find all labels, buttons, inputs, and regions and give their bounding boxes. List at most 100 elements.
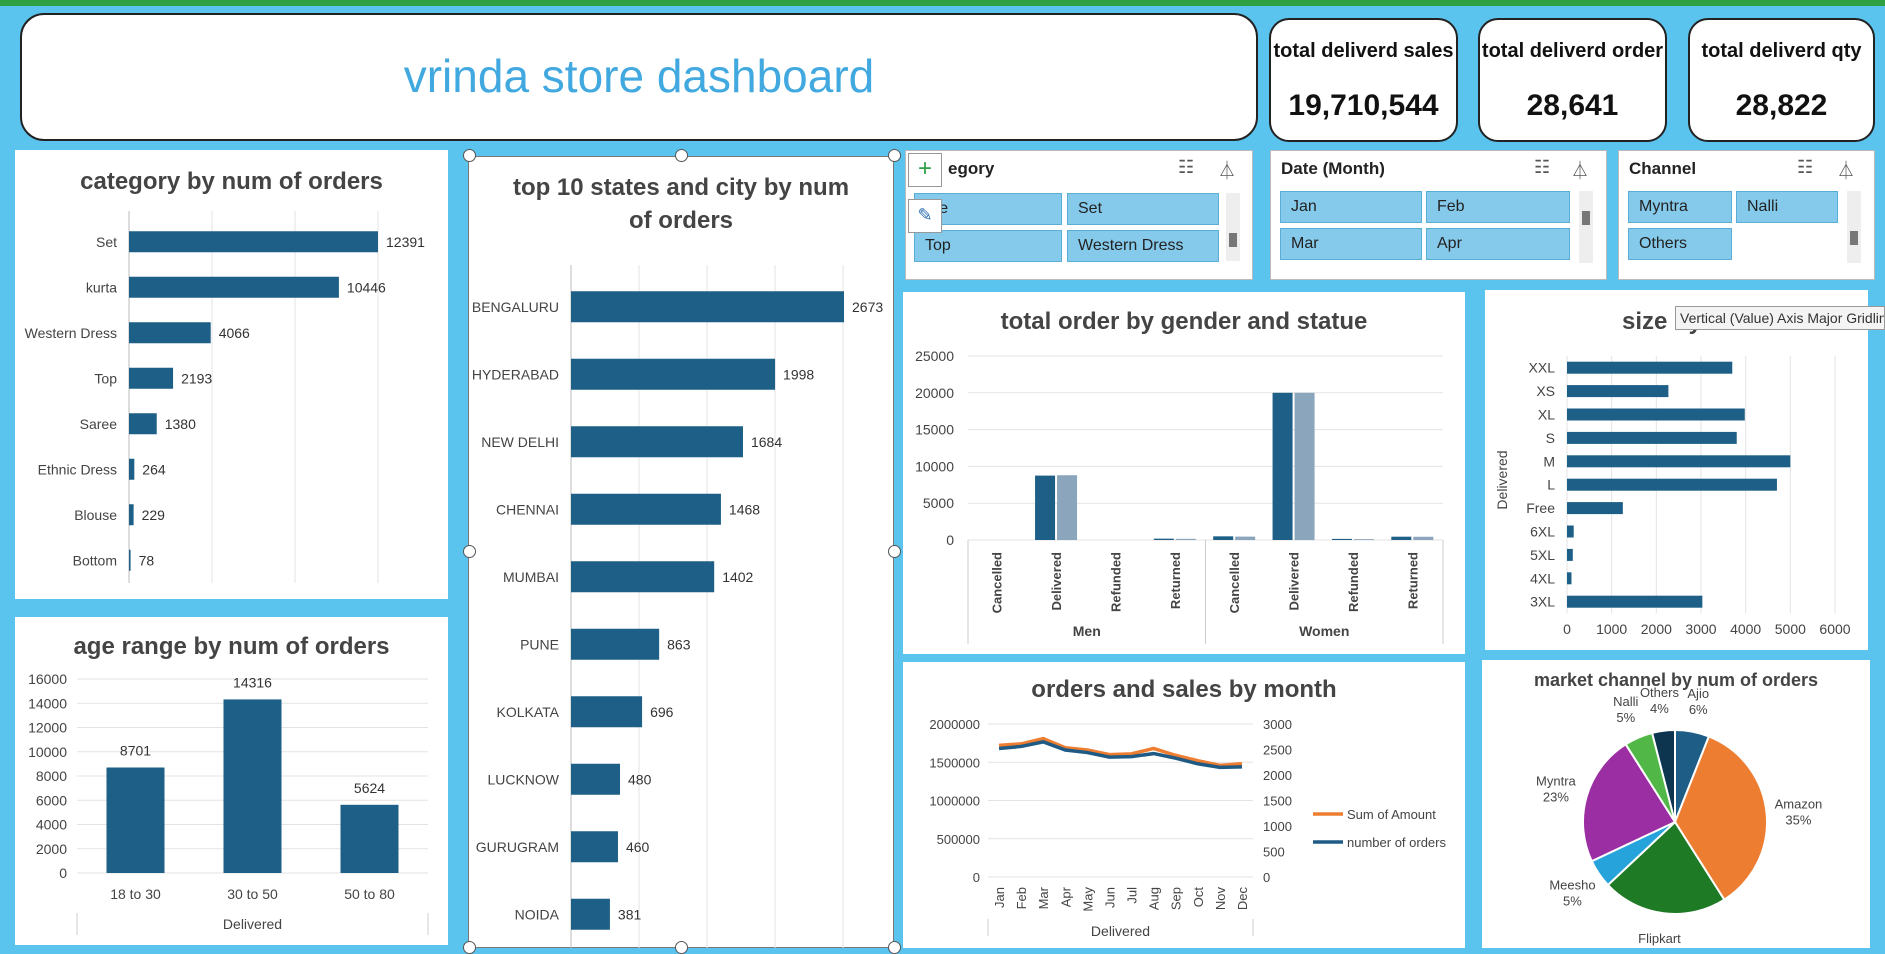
bar (1413, 536, 1434, 540)
category-label: Refunded (1108, 552, 1123, 612)
multi-select-icon[interactable]: ☷ (1178, 157, 1194, 178)
tick-label: Nov (1213, 887, 1228, 911)
x-axis-label: Delivered (223, 916, 282, 932)
kpi-card-qty[interactable]: total deliverd qty 28,822 (1688, 18, 1875, 142)
bar (1213, 536, 1234, 540)
resize-handle[interactable] (888, 545, 901, 558)
slice-percent: 6% (1689, 702, 1708, 717)
tick-label: 2000000 (929, 717, 980, 732)
bar (1567, 572, 1572, 585)
tick-label: Apr (1058, 886, 1073, 907)
resize-handle[interactable] (463, 941, 476, 954)
states-chart-panel[interactable]: top 10 states and city by num of orders … (468, 156, 894, 948)
category-chart: Set 12391 kurta 10446 Western Dress 4066 Top 21… (25, 211, 425, 583)
tick-label: 5000 (1775, 621, 1806, 637)
slice-label: Amazon (1775, 796, 1823, 811)
data-label: 1998 (783, 366, 814, 382)
category-label: Saree (80, 416, 118, 432)
slicer-item-feb[interactable]: Feb (1426, 191, 1570, 223)
slicer-item-jan[interactable]: Jan (1280, 191, 1422, 223)
slice-percent: 5% (1616, 710, 1635, 725)
slice-percent: 35% (1785, 812, 1811, 827)
tick-label: 2000 (1263, 768, 1292, 783)
category-label: Returned (1405, 552, 1420, 609)
category-label: Cancelled (990, 552, 1005, 613)
month-slicer[interactable]: Date (Month) ☷ ⏃ Jan Feb Mar Apr (1270, 150, 1607, 280)
multi-select-icon[interactable]: ☷ (1797, 157, 1813, 178)
category-slicer[interactable]: egory ☷ ⏃ ree Set Top Western Dress (905, 150, 1253, 280)
bar (571, 493, 721, 525)
bar (1353, 539, 1374, 540)
tick-label: 25000 (915, 348, 954, 364)
tick-label: Mar (1036, 886, 1051, 909)
slicer-item-set[interactable]: Set (1067, 193, 1219, 225)
kpi-card-sales[interactable]: total deliverd sales 19,710,544 (1269, 18, 1458, 142)
category-label: 18 to 30 (110, 886, 161, 902)
category-label: XS (1536, 383, 1555, 399)
tick-label: 6000 (36, 792, 67, 808)
tick-label: Jun (1102, 887, 1117, 908)
resize-handle[interactable] (888, 941, 901, 954)
resize-handle[interactable] (463, 545, 476, 558)
resize-handle[interactable] (463, 149, 476, 162)
data-label: 14316 (233, 674, 272, 690)
bar (1235, 536, 1256, 540)
slicer-scrollbar[interactable] (1847, 191, 1861, 263)
category-label: 30 to 50 (227, 886, 278, 902)
clear-filter-icon[interactable]: ⏃ (1218, 157, 1236, 183)
category-label: HYDERABAD (472, 366, 559, 382)
resize-handle[interactable] (888, 149, 901, 162)
channel-slicer[interactable]: Channel ☷ ⏃ Myntra Nalli Others (1618, 150, 1875, 280)
category-chart-panel[interactable]: category by num of orders Set 12391 kurta 1… (15, 150, 448, 599)
slicer-item-myntra[interactable]: Myntra (1628, 191, 1732, 223)
category-label: KOLKATA (496, 704, 559, 720)
kpi-label: total deliverd qty (1701, 40, 1862, 62)
age-chart-panel[interactable]: age range by num of orders 0 2000 4000 6000… (15, 617, 448, 945)
slicer-item-mar[interactable]: Mar (1280, 228, 1422, 260)
slicer-scrollbar[interactable] (1226, 193, 1240, 261)
age-chart: 0 2000 4000 6000 8000 10000 12000 14000 16000 870… (28, 671, 429, 935)
tick-label: 4000 (1730, 621, 1761, 637)
category-label: PUNE (520, 636, 559, 652)
data-label: 2673 (852, 299, 883, 315)
slicer-item-western-dress[interactable]: Western Dress (1067, 230, 1219, 262)
brush-style-icon[interactable]: ✎ (908, 199, 942, 233)
gender-chart-panel[interactable]: total order by gender and statue 0 5000 10… (903, 292, 1465, 654)
bar (1057, 475, 1078, 540)
slice-percent: 5% (1563, 894, 1582, 909)
clear-filter-icon[interactable]: ⏃ (1571, 157, 1589, 183)
bar (1567, 361, 1733, 374)
category-label: Delivered (1049, 552, 1064, 611)
tick-label: 3000 (1685, 621, 1716, 637)
tick-label: 16000 (28, 671, 67, 687)
tick-label: 500000 (937, 832, 980, 847)
category-label: kurta (86, 279, 117, 295)
size-chart-panel[interactable]: size by nu 0100020003000400050006000XXLX… (1485, 290, 1868, 650)
slicer-item-top[interactable]: Top (914, 230, 1062, 262)
slicer-scrollbar[interactable] (1579, 191, 1593, 263)
tick-label: Aug (1147, 887, 1162, 910)
category-label: XXL (1529, 360, 1556, 376)
resize-handle[interactable] (675, 941, 688, 954)
bar (223, 699, 282, 873)
clear-filter-icon[interactable]: ⏃ (1837, 157, 1855, 183)
category-label: GURUGRAM (476, 839, 559, 855)
channel-chart-panel[interactable]: market channel by num of orders Ajio 6% Am… (1482, 660, 1870, 948)
multi-select-icon[interactable]: ☷ (1534, 157, 1550, 178)
slice-percent: 23% (1543, 789, 1569, 804)
slice-label: Meesho (1549, 878, 1595, 893)
kpi-card-orders[interactable]: total deliverd order 28,641 (1478, 18, 1667, 142)
slice-label: Flipkart (1638, 931, 1681, 946)
resize-handle[interactable] (675, 149, 688, 162)
slicer-item-others[interactable]: Others (1628, 228, 1732, 260)
category-label: 6XL (1530, 524, 1555, 540)
bar (1294, 392, 1315, 540)
tick-label: May (1080, 887, 1095, 912)
tick-label: 14000 (28, 695, 67, 711)
monthly-chart-panel[interactable]: orders and sales by month 0 500000 1000000… (903, 662, 1465, 948)
bar (571, 763, 621, 795)
tick-label: 0 (59, 865, 67, 881)
slicer-item-apr[interactable]: Apr (1426, 228, 1570, 260)
slicer-item-nalli[interactable]: Nalli (1736, 191, 1838, 223)
add-element-icon[interactable]: + (908, 153, 942, 187)
